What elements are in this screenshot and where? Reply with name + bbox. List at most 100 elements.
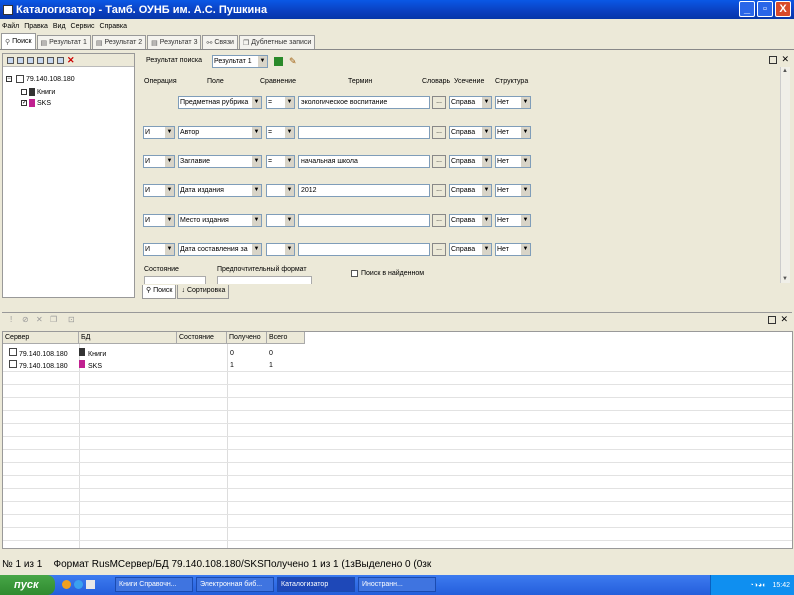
condition-select[interactable]: Справа ▼ xyxy=(449,126,492,139)
menu-view[interactable]: Вид xyxy=(53,23,66,30)
tab-search-sub[interactable]: ⚲ Поиск xyxy=(142,285,177,299)
structure-select[interactable]: Нет ▼ xyxy=(495,155,531,168)
taskbar-item[interactable]: Книги Справочн... xyxy=(115,577,193,592)
structure-select[interactable]: Нет ▼ xyxy=(495,96,531,109)
close-panel-icon[interactable]: ✕ xyxy=(780,314,788,325)
dictionary-button[interactable]: ... xyxy=(432,184,446,197)
compare-select[interactable]: = ▼ xyxy=(266,96,295,109)
menu-edit[interactable]: Правка xyxy=(24,23,48,30)
field-select[interactable]: Дата составления за ▼ xyxy=(178,243,262,256)
column-state[interactable]: Состояние xyxy=(177,332,227,344)
dictionary-button[interactable]: ... xyxy=(432,243,446,256)
tree-tool-icon[interactable] xyxy=(37,56,44,64)
in-found-checkbox[interactable] xyxy=(351,270,358,277)
delete-icon[interactable]: ✕ xyxy=(67,55,75,66)
menu-file[interactable]: Файл xyxy=(2,23,19,30)
term-input[interactable]: 2012 xyxy=(298,184,430,197)
operation-select[interactable]: И ▼ xyxy=(143,243,175,256)
tab-sort[interactable]: ↓ Сортировка xyxy=(177,285,230,299)
operation-select[interactable]: И ▼ xyxy=(143,126,175,139)
column-total[interactable]: Всего xyxy=(267,332,305,344)
column-server[interactable]: Сервер xyxy=(3,332,79,344)
tree-tool-icon[interactable] xyxy=(47,56,54,64)
menu-help[interactable]: Справка xyxy=(100,23,127,30)
restore-icon[interactable] xyxy=(768,316,776,324)
tab-result-3[interactable]: ▤ Результат 3 xyxy=(147,35,202,49)
condition-select[interactable]: Справа ▼ xyxy=(449,155,492,168)
tray-icons[interactable]: ◔◑◕◐ xyxy=(750,582,767,589)
restore-icon[interactable] xyxy=(769,56,777,64)
scroll-down-icon[interactable]: ▼ xyxy=(782,276,788,282)
operation-select[interactable]: И ▼ xyxy=(143,184,175,197)
minimize-button[interactable]: _ xyxy=(739,1,755,17)
tree-db-sks[interactable]: ✓ SKS xyxy=(21,99,51,107)
tree-tool-icon[interactable] xyxy=(27,56,34,64)
taskbar-item[interactable]: Иностранн... xyxy=(358,577,436,592)
delete-icon[interactable]: ✕ xyxy=(36,315,43,324)
column-db[interactable]: БД xyxy=(79,332,177,344)
result-select[interactable]: Результат 1 ▼ xyxy=(212,55,268,68)
checkbox[interactable] xyxy=(21,89,27,95)
menu-service[interactable]: Сервис xyxy=(71,23,95,30)
clear-icon[interactable]: ✎ xyxy=(289,56,297,67)
tree-db-books[interactable]: Книги xyxy=(21,88,55,96)
compare-select[interactable]: = ▼ xyxy=(266,126,295,139)
column-got[interactable]: Получено xyxy=(227,332,267,344)
desktop-icon[interactable] xyxy=(86,580,95,589)
start-button[interactable]: пуск xyxy=(0,575,55,595)
collapse-icon[interactable]: − xyxy=(6,76,12,82)
taskbar-item-active[interactable]: Каталогизатор xyxy=(277,577,355,592)
format-select[interactable] xyxy=(217,276,312,284)
dictionary-button[interactable]: ... xyxy=(432,126,446,139)
tree-tool-icon[interactable] xyxy=(7,56,14,64)
condition-select[interactable]: Справа ▼ xyxy=(449,214,492,227)
tab-result-2[interactable]: ▤ Результат 2 xyxy=(91,35,147,49)
operation-select[interactable]: И ▼ xyxy=(143,214,175,227)
tree-tool-icon[interactable] xyxy=(57,56,64,64)
structure-select[interactable]: Нет ▼ xyxy=(495,214,531,227)
term-input[interactable] xyxy=(298,126,430,139)
field-select[interactable]: Дата издания ▼ xyxy=(178,184,262,197)
refresh-icon[interactable]: ! xyxy=(10,315,12,324)
tree-server-node[interactable]: −79.140.108.180 xyxy=(6,75,75,83)
tab-search[interactable]: ⚲ Поиск xyxy=(1,33,36,49)
structure-select[interactable]: Нет ▼ xyxy=(495,126,531,139)
run-search-icon[interactable] xyxy=(274,57,283,66)
compare-select[interactable]: ▼ xyxy=(266,214,295,227)
condition-select[interactable]: Справа ▼ xyxy=(449,243,492,256)
compare-select[interactable]: ▼ xyxy=(266,243,295,256)
compare-select[interactable]: = ▼ xyxy=(266,155,295,168)
filter-icon[interactable]: ⊡ xyxy=(68,315,75,324)
field-select[interactable]: Заглавие ▼ xyxy=(178,155,262,168)
vertical-scrollbar[interactable]: ▲ ▼ xyxy=(780,67,790,283)
operation-select[interactable]: И ▼ xyxy=(143,155,175,168)
tab-duplicates[interactable]: ❐ Дублетные записи xyxy=(238,35,316,49)
close-button[interactable]: X xyxy=(775,1,791,17)
structure-select[interactable]: Нет ▼ xyxy=(495,243,531,256)
field-select[interactable]: Место издания ▼ xyxy=(178,214,262,227)
dictionary-button[interactable]: ... xyxy=(432,155,446,168)
term-input[interactable]: начальная школа xyxy=(298,155,430,168)
tree-tool-icon[interactable] xyxy=(17,56,24,64)
tab-result-1[interactable]: ▤ Результат 1 xyxy=(36,35,91,49)
pages-icon[interactable]: ❐ xyxy=(50,315,57,324)
quicklaunch-icon[interactable] xyxy=(62,580,71,589)
close-panel-icon[interactable]: ✕ xyxy=(781,54,789,65)
field-select[interactable]: Предметная рубрика ▼ xyxy=(178,96,262,109)
term-input[interactable]: экологическое воспитание xyxy=(298,96,430,109)
browser-icon[interactable] xyxy=(74,580,83,589)
field-select[interactable]: Автор ▼ xyxy=(178,126,262,139)
term-input[interactable] xyxy=(298,214,430,227)
tab-links[interactable]: ⚯ Связи xyxy=(202,35,238,49)
state-select[interactable] xyxy=(144,276,206,284)
taskbar-item[interactable]: Электронная биб... xyxy=(196,577,274,592)
stop-icon[interactable]: ⊘ xyxy=(22,315,29,324)
condition-select[interactable]: Справа ▼ xyxy=(449,96,492,109)
scroll-up-icon[interactable]: ▲ xyxy=(782,68,788,74)
maximize-button[interactable]: ▫ xyxy=(757,1,773,17)
checkbox-checked[interactable]: ✓ xyxy=(21,100,27,106)
term-input[interactable] xyxy=(298,243,430,256)
condition-select[interactable]: Справа ▼ xyxy=(449,184,492,197)
structure-select[interactable]: Нет ▼ xyxy=(495,184,531,197)
compare-select[interactable]: ▼ xyxy=(266,184,295,197)
